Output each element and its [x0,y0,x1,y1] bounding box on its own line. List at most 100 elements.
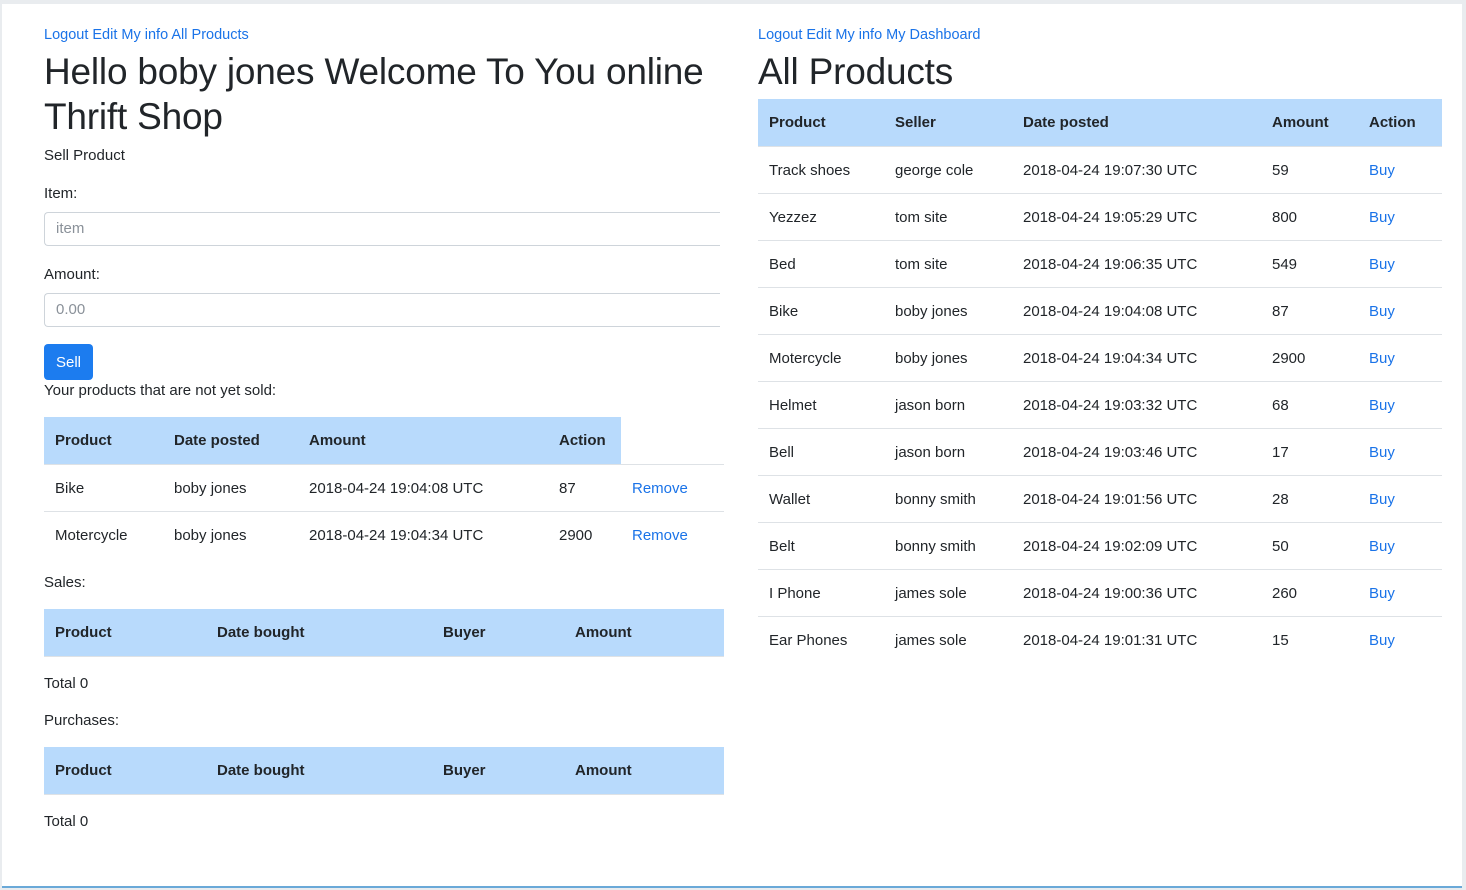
cell-amount: 549 [1261,240,1358,288]
remove-link[interactable]: Remove [621,511,724,558]
all-products-link[interactable]: All Products [171,27,248,43]
purchases-total: Total 0 [44,813,89,830]
amount-input[interactable] [44,293,720,327]
buy-link[interactable]: Buy [1358,240,1442,288]
column-header-date-posted: Date posted [163,417,298,465]
buy-link[interactable]: Buy [1358,428,1442,476]
cell-amount: 68 [1261,381,1358,429]
cell-product: Bike [758,287,884,335]
column-header-amount: Amount [298,417,548,465]
cell-date: 2018-04-24 19:01:31 UTC [1012,616,1261,663]
cell-amount: 800 [1261,193,1358,241]
logout-link[interactable]: Logout [758,27,802,43]
page-frame: Logout Edit My info All Products Hello b… [2,4,1462,888]
buy-link[interactable]: Buy [1358,146,1442,194]
table-row: Motercycle boby jones 2018-04-24 19:04:3… [44,511,724,558]
cell-amount: 50 [1261,522,1358,570]
cell-seller: bonny smith [884,522,1012,570]
table-row: Bed tom site 2018-04-24 19:06:35 UTC 549 Buy [758,240,1442,288]
cell-product: Ear Phones [758,616,884,663]
cell-date: 2018-04-24 19:04:34 UTC [298,511,548,558]
cell-seller: james sole [884,569,1012,617]
logout-link[interactable]: Logout [44,27,88,43]
buy-link[interactable]: Buy [1358,569,1442,617]
cell-product: Bed [758,240,884,288]
cell-amount: 87 [548,464,621,512]
buy-link[interactable]: Buy [1358,522,1442,570]
column-header-amount: Amount [564,609,724,657]
purchases-heading: Purchases: [44,712,120,729]
sell-product-heading: Sell Product [44,147,125,164]
cell-product: Belt [758,522,884,570]
cell-amount: 260 [1261,569,1358,617]
sales-total: Total 0 [44,675,89,692]
dashboard-nav: Logout Edit My info All Products [44,27,249,43]
cell-product: Bell [758,428,884,476]
table-row: Bike boby jones 2018-04-24 19:04:08 UTC … [44,464,724,512]
sales-heading: Sales: [44,574,86,591]
cell-seller: boby jones [884,334,1012,382]
cell-seller: jason born [884,428,1012,476]
cell-date: 2018-04-24 19:02:09 UTC [1012,522,1261,570]
cell-date: 2018-04-24 19:05:29 UTC [1012,193,1261,241]
buy-link[interactable]: Buy [1358,193,1442,241]
sell-button[interactable]: Sell [44,344,93,380]
column-header-amount: Amount [1261,99,1358,147]
column-header-action: Action [1358,99,1442,147]
table-row: Yezzez tom site 2018-04-24 19:05:29 UTC 800… [758,193,1442,241]
remove-link[interactable]: Remove [621,464,724,512]
cell-seller: tom site [884,240,1012,288]
table-header-row: Product Date bought Buyer Amount [44,747,724,795]
cell-product: I Phone [758,569,884,617]
column-header-blank [621,417,724,465]
all-products-nav: Logout Edit My info My Dashboard [758,27,980,43]
table-row: Belt bonny smith 2018-04-24 19:02:09 UTC 50… [758,522,1442,570]
my-dashboard-link[interactable]: My Dashboard [886,27,980,43]
buy-link[interactable]: Buy [1358,381,1442,429]
cell-amount: 2900 [1261,334,1358,382]
table-row: Wallet bonny smith 2018-04-24 19:01:56 UTC… [758,475,1442,523]
column-header-buyer: Buyer [432,609,564,657]
cell-date: 2018-04-24 19:07:30 UTC [1012,146,1261,194]
buy-link[interactable]: Buy [1358,287,1442,335]
cell-amount: 17 [1261,428,1358,476]
table-row: Helmet jason born 2018-04-24 19:03:32 UTC 6… [758,381,1442,429]
cell-date: 2018-04-24 19:04:08 UTC [298,464,548,512]
column-header-buyer: Buyer [432,747,564,795]
cell-product: Motercycle [44,511,163,558]
cell-product: Helmet [758,381,884,429]
item-label: Item: [44,185,78,202]
page-title: All Products [758,51,954,92]
column-header-product: Product [44,417,163,465]
table-row: Track shoes george cole 2018-04-24 19:07:3… [758,146,1442,194]
cell-date: 2018-04-24 19:04:08 UTC [1012,287,1261,335]
table-row: Bike boby jones 2018-04-24 19:04:08 UTC 87 B… [758,287,1442,335]
cell-date: 2018-04-24 19:01:56 UTC [1012,475,1261,523]
column-header-date-posted: Date posted [1012,99,1261,147]
cell-seller: boby jones [163,511,298,558]
column-header-date-bought: Date bought [206,747,432,795]
edit-my-info-link[interactable]: Edit My info [92,27,168,43]
amount-label: Amount: [44,266,100,283]
cell-seller: boby jones [163,464,298,512]
cell-date: 2018-04-24 19:03:46 UTC [1012,428,1261,476]
table-header-row: Product Date posted Amount Action [44,417,724,465]
cell-amount: 2900 [548,511,621,558]
edit-my-info-link[interactable]: Edit My info [806,27,882,43]
column-header-action: Action [548,417,621,465]
buy-link[interactable]: Buy [1358,334,1442,382]
cell-date: 2018-04-24 19:04:34 UTC [1012,334,1261,382]
cell-product: Yezzez [758,193,884,241]
cell-amount: 28 [1261,475,1358,523]
cell-product: Wallet [758,475,884,523]
table-row: I Phone james sole 2018-04-24 19:00:36 UTC… [758,569,1442,617]
cell-date: 2018-04-24 19:06:35 UTC [1012,240,1261,288]
column-header-seller: Seller [884,99,1012,147]
table-header-row: Product Date bought Buyer Amount [44,609,724,657]
buy-link[interactable]: Buy [1358,616,1442,663]
cell-seller: jason born [884,381,1012,429]
buy-link[interactable]: Buy [1358,475,1442,523]
cell-date: 2018-04-24 19:00:36 UTC [1012,569,1261,617]
cell-amount: 87 [1261,287,1358,335]
item-input[interactable] [44,212,720,246]
